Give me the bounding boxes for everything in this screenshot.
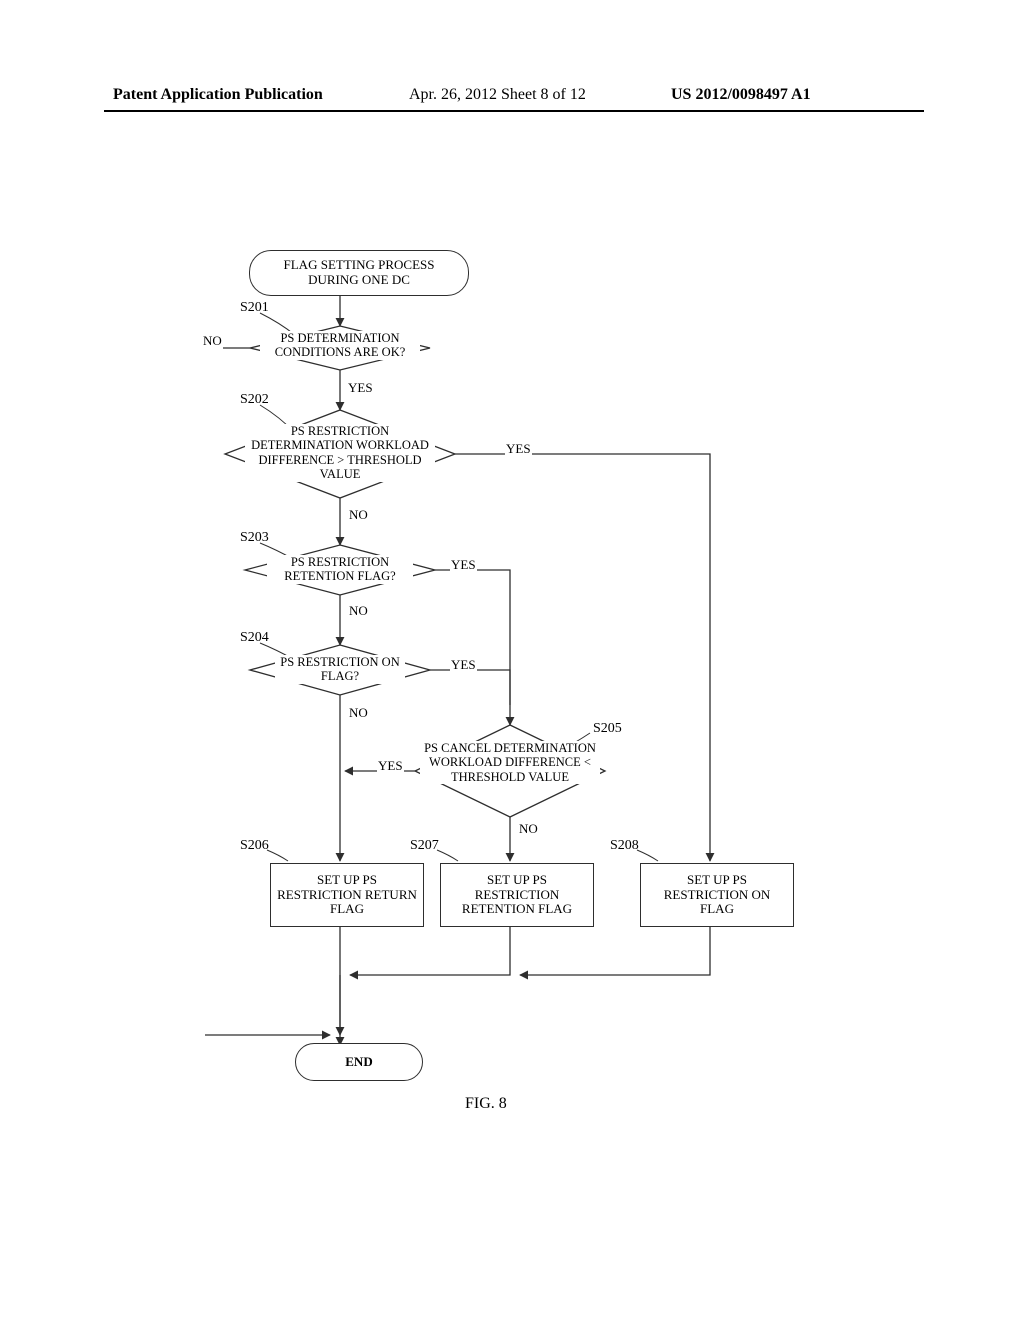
process-s208: SET UP PS RESTRICTION ON FLAG xyxy=(640,863,794,927)
flowchart-connectors xyxy=(205,245,835,1165)
step-label-s208: S208 xyxy=(610,838,639,854)
edge-label-s205-no: NO xyxy=(518,821,539,837)
patent-page: Patent Application Publication Apr. 26, … xyxy=(0,0,1024,1320)
decision-s203-text: PS RESTRICTION RETENTION FLAG? xyxy=(267,555,413,584)
process-s206-text: SET UP PS RESTRICTION RETURN FLAG xyxy=(277,873,417,918)
terminator-end: END xyxy=(295,1043,423,1081)
edge-label-s201-yes: YES xyxy=(347,380,374,396)
step-label-s205: S205 xyxy=(593,721,622,737)
step-label-s203: S203 xyxy=(240,530,269,546)
step-label-s206: S206 xyxy=(240,838,269,854)
end-text: END xyxy=(345,1055,372,1070)
edge-label-s202-no: NO xyxy=(348,507,369,523)
decision-s202: PS RESTRICTION DETERMINATION WORKLOAD DI… xyxy=(245,424,435,482)
step-label-s207: S207 xyxy=(410,838,439,854)
step-label-s202: S202 xyxy=(240,392,269,408)
edge-label-s203-yes: YES xyxy=(450,557,477,573)
process-s207: SET UP PS RESTRICTION RETENTION FLAG xyxy=(440,863,594,927)
flowchart-fig-8: FLAG SETTING PROCESS DURING ONE DC PS DE… xyxy=(205,245,835,1165)
decision-s205: PS CANCEL DETERMINATION WORKLOAD DIFFERE… xyxy=(420,741,600,784)
process-s207-text: SET UP PS RESTRICTION RETENTION FLAG xyxy=(447,873,587,918)
decision-s202-text: PS RESTRICTION DETERMINATION WORKLOAD DI… xyxy=(245,424,435,482)
step-label-s204: S204 xyxy=(240,630,269,646)
decision-s201-text: PS DETERMINATION CONDITIONS ARE OK? xyxy=(260,331,420,360)
decision-s201: PS DETERMINATION CONDITIONS ARE OK? xyxy=(260,331,420,360)
decision-s204: PS RESTRICTION ON FLAG? xyxy=(275,655,405,684)
header-patent-number: US 2012/0098497 A1 xyxy=(671,86,811,104)
header-date-sheet: Apr. 26, 2012 Sheet 8 of 12 xyxy=(409,86,586,104)
figure-caption: FIG. 8 xyxy=(465,1095,507,1113)
edge-label-s204-yes: YES xyxy=(450,657,477,673)
decision-s203: PS RESTRICTION RETENTION FLAG? xyxy=(267,555,413,584)
terminator-start: FLAG SETTING PROCESS DURING ONE DC xyxy=(249,250,469,296)
edge-label-s205-yes: YES xyxy=(377,758,404,774)
header-publication-label: Patent Application Publication xyxy=(113,86,323,104)
process-s206: SET UP PS RESTRICTION RETURN FLAG xyxy=(270,863,424,927)
process-s208-text: SET UP PS RESTRICTION ON FLAG xyxy=(647,873,787,918)
edge-label-s202-yes: YES xyxy=(505,441,532,457)
decision-s205-text: PS CANCEL DETERMINATION WORKLOAD DIFFERE… xyxy=(420,741,600,784)
step-label-s201: S201 xyxy=(240,300,269,316)
header-rule xyxy=(104,110,924,112)
decision-s204-text: PS RESTRICTION ON FLAG? xyxy=(275,655,405,684)
edge-label-s201-no: NO xyxy=(202,333,223,349)
start-text: FLAG SETTING PROCESS DURING ONE DC xyxy=(268,258,450,288)
edge-label-s203-no: NO xyxy=(348,603,369,619)
edge-label-s204-no: NO xyxy=(348,705,369,721)
